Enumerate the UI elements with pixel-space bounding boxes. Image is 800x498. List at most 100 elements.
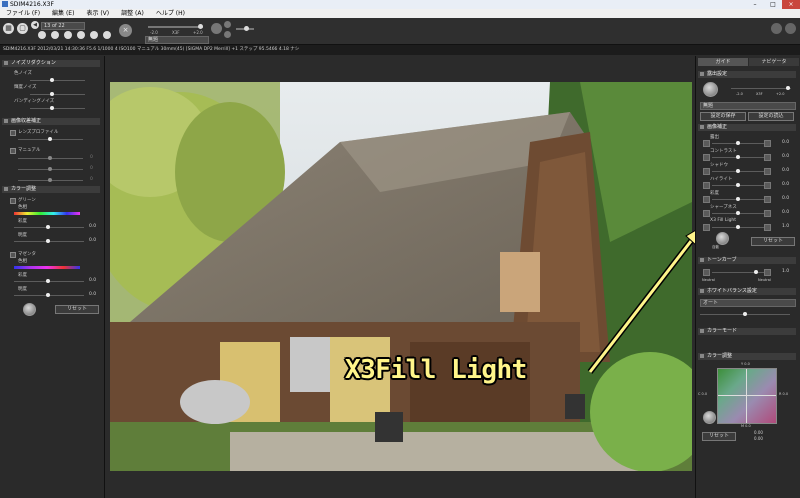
image-adjust-plus-button[interactable] bbox=[764, 154, 771, 161]
image-adjust-minus-button[interactable] bbox=[703, 140, 710, 147]
compare-icon[interactable] bbox=[785, 23, 796, 34]
close-button[interactable]: × bbox=[782, 0, 800, 9]
lens-profile-checkbox[interactable] bbox=[10, 130, 16, 136]
lens-value-2: 0 bbox=[90, 166, 93, 171]
tone-curve-header[interactable]: トーンカーブ bbox=[698, 257, 796, 264]
green-sat-slider[interactable] bbox=[14, 225, 84, 229]
settings-save-icon[interactable] bbox=[211, 23, 222, 34]
luma-noise-slider[interactable] bbox=[30, 92, 85, 96]
white-balance-header[interactable]: ホワイトバランス設定 bbox=[698, 288, 796, 295]
magenta-hue-bar[interactable] bbox=[14, 266, 80, 269]
menu-help[interactable]: ヘルプ (H) bbox=[150, 9, 191, 18]
nav-prev-button[interactable] bbox=[51, 31, 59, 39]
green-hue-bar[interactable] bbox=[14, 212, 80, 215]
rotate-right-button[interactable] bbox=[103, 31, 111, 39]
color-dropper-right-icon[interactable] bbox=[703, 411, 716, 424]
right-color-adjust-header[interactable]: カラー調整 bbox=[698, 353, 796, 360]
tone-plus-button[interactable] bbox=[764, 269, 771, 276]
manual-checkbox[interactable] bbox=[10, 148, 16, 154]
menu-view[interactable]: 表示 (V) bbox=[80, 9, 115, 18]
image-reset-button[interactable]: リセット bbox=[751, 237, 795, 246]
noise-reduction-header[interactable]: ノイズリダクション bbox=[2, 60, 100, 67]
color-mode-header[interactable]: カラーモード bbox=[698, 328, 796, 335]
manual-slider-3[interactable] bbox=[18, 178, 83, 182]
prev-small-button[interactable]: ◀ bbox=[31, 21, 39, 29]
wb-slider[interactable] bbox=[700, 312, 790, 316]
maximize-button[interactable]: □ bbox=[764, 0, 782, 9]
tone-slider[interactable] bbox=[712, 270, 764, 274]
tab-navigator[interactable]: ナビゲータ bbox=[749, 58, 799, 66]
nav-last-button[interactable] bbox=[77, 31, 85, 39]
wb-select[interactable]: オート bbox=[700, 299, 796, 307]
image-adjust-minus-button[interactable] bbox=[703, 154, 710, 161]
image-adjust-plus-button[interactable] bbox=[764, 168, 771, 175]
image-adjust-minus-button[interactable] bbox=[703, 224, 710, 231]
image-adjust-slider[interactable] bbox=[712, 225, 764, 229]
zoom-out-icon[interactable] bbox=[224, 31, 231, 38]
menu-edit[interactable]: 編集 (E) bbox=[46, 9, 80, 18]
image-adjust-slider[interactable] bbox=[712, 169, 764, 173]
color-reset-button[interactable]: リセット bbox=[702, 432, 736, 441]
image-adjust-slider[interactable] bbox=[712, 141, 764, 145]
menu-adjust[interactable]: 調整 (A) bbox=[115, 9, 150, 18]
auto-adjust-icon[interactable] bbox=[716, 232, 729, 245]
lens-profile-slider[interactable] bbox=[18, 137, 83, 141]
image-adjust-plus-button[interactable] bbox=[764, 224, 771, 231]
color-adjust-grid[interactable] bbox=[717, 368, 777, 424]
single-view-button[interactable]: ▢ bbox=[17, 23, 28, 34]
zoom-slider[interactable] bbox=[236, 26, 254, 31]
magenta-checkbox[interactable] bbox=[10, 252, 16, 258]
preset-select[interactable]: 無題 bbox=[145, 36, 209, 44]
minimize-button[interactable]: – bbox=[746, 0, 764, 9]
image-adjust-minus-button[interactable] bbox=[703, 168, 710, 175]
zoom-in-icon[interactable] bbox=[224, 21, 231, 28]
save-settings-button[interactable]: 設定の保存 bbox=[700, 112, 746, 121]
green-light-slider[interactable] bbox=[14, 239, 84, 243]
color-dropper-icon[interactable] bbox=[23, 303, 36, 316]
r-exp-mark-mid: X3F bbox=[756, 92, 763, 96]
color-noise-slider[interactable] bbox=[30, 78, 85, 82]
image-adjust-plus-button[interactable] bbox=[764, 210, 771, 217]
image-adjust-minus-button[interactable] bbox=[703, 182, 710, 189]
exposure-header[interactable]: 露出設定 bbox=[698, 71, 796, 78]
image-adjust-slider[interactable] bbox=[712, 183, 764, 187]
rotate-left-button[interactable] bbox=[90, 31, 98, 39]
green-checkbox[interactable] bbox=[10, 198, 16, 204]
delete-icon[interactable]: × bbox=[119, 24, 132, 37]
tone-minus-button[interactable] bbox=[703, 269, 710, 276]
right-preset-select[interactable]: 無題 bbox=[700, 102, 796, 110]
image-adjust-value: 0.0 bbox=[782, 168, 790, 173]
fullscreen-icon[interactable] bbox=[771, 23, 782, 34]
exposure-dial-icon[interactable] bbox=[703, 82, 718, 97]
left-reset-button[interactable]: リセット bbox=[55, 305, 99, 314]
image-adjust-value: 0.0 bbox=[782, 196, 790, 201]
image-adjust-plus-button[interactable] bbox=[764, 140, 771, 147]
image-adjust-slider[interactable] bbox=[712, 197, 764, 201]
image-adjust-slider[interactable] bbox=[712, 155, 764, 159]
image-adjust-slider[interactable] bbox=[712, 211, 764, 215]
magenta-sat-slider[interactable] bbox=[14, 279, 84, 283]
image-adjust-minus-button[interactable] bbox=[703, 196, 710, 203]
image-adjust-header[interactable]: 画像補正 bbox=[698, 124, 796, 131]
load-settings-button[interactable]: 設定の読込 bbox=[748, 112, 794, 121]
manual-slider-2[interactable] bbox=[18, 167, 83, 171]
nav-first-button[interactable] bbox=[38, 31, 46, 39]
banding-noise-slider[interactable] bbox=[30, 106, 85, 110]
manual-label: マニュアル bbox=[18, 148, 41, 153]
color-adjust-header[interactable]: カラー調整 bbox=[2, 186, 100, 193]
image-adjust-plus-button[interactable] bbox=[764, 182, 771, 189]
tab-guide[interactable]: ガイド bbox=[698, 58, 748, 66]
magenta-light-slider[interactable] bbox=[14, 293, 84, 297]
image-adjust-plus-button[interactable] bbox=[764, 196, 771, 203]
tone-value: 1.0 bbox=[782, 269, 790, 274]
photo-preview[interactable] bbox=[110, 82, 692, 471]
right-exposure-slider[interactable] bbox=[731, 86, 791, 90]
menu-file[interactable]: ファイル (F) bbox=[0, 9, 46, 18]
lens-correction-header[interactable]: 画像収差補正 bbox=[2, 118, 100, 125]
grid-view-button[interactable]: ▦ bbox=[3, 23, 14, 34]
manual-slider-1[interactable] bbox=[18, 156, 83, 160]
image-adjust-label: X3 Fill Light bbox=[710, 218, 737, 223]
image-adjust-minus-button[interactable] bbox=[703, 210, 710, 217]
exposure-slider[interactable] bbox=[148, 24, 203, 29]
nav-next-button[interactable] bbox=[64, 31, 72, 39]
